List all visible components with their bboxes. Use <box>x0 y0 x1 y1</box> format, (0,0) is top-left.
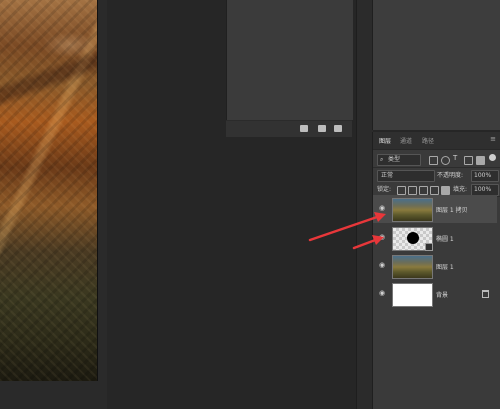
annotation-arrow-2 <box>352 235 384 250</box>
annotation-arrows <box>308 212 386 250</box>
